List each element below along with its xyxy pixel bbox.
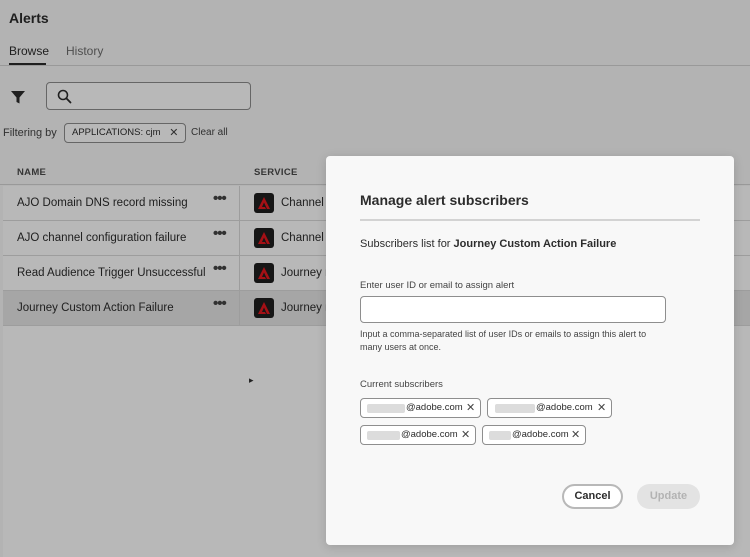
remove-subscriber-icon[interactable]: ✕ (597, 399, 606, 417)
alert-name-bold: Journey Custom Action Failure (453, 238, 617, 250)
remove-subscriber-icon[interactable]: ✕ (571, 426, 580, 444)
subscriber-email: @adobe.com (406, 402, 463, 413)
redacted-username (367, 431, 400, 440)
user-input-label: Enter user ID or email to assign alert (360, 280, 515, 291)
cancel-button[interactable]: Cancel (562, 484, 623, 509)
subscribers-for-text: Subscribers list for Journey Custom Acti… (360, 238, 616, 250)
remove-subscriber-icon[interactable]: ✕ (461, 426, 470, 444)
input-help-text: Input a comma-separated list of user IDs… (360, 329, 647, 352)
mouse-cursor-icon: ▸ (249, 375, 254, 385)
user-id-email-input[interactable] (360, 296, 666, 323)
current-subscribers-label: Current subscribers (360, 379, 443, 390)
manage-subscribers-dialog: Manage alert subscribers Subscribers lis… (326, 156, 734, 545)
subscriber-chip: @adobe.com ✕ (487, 398, 612, 418)
redacted-username (367, 404, 405, 413)
redacted-username (495, 404, 535, 413)
subscriber-chip: @adobe.com ✕ (482, 425, 586, 445)
subscriber-email: @adobe.com (536, 402, 593, 413)
subscriber-chip: @adobe.com ✕ (360, 398, 481, 418)
subscriber-chip: @adobe.com ✕ (360, 425, 476, 445)
update-button[interactable]: Update (637, 484, 700, 509)
subscriber-email: @adobe.com (512, 429, 569, 440)
remove-subscriber-icon[interactable]: ✕ (466, 399, 475, 417)
dialog-title: Manage alert subscribers (360, 192, 529, 208)
dialog-divider (360, 219, 700, 221)
redacted-username (489, 431, 511, 440)
subscribers-prefix: Subscribers list for (360, 238, 454, 250)
subscriber-email: @adobe.com (401, 429, 458, 440)
